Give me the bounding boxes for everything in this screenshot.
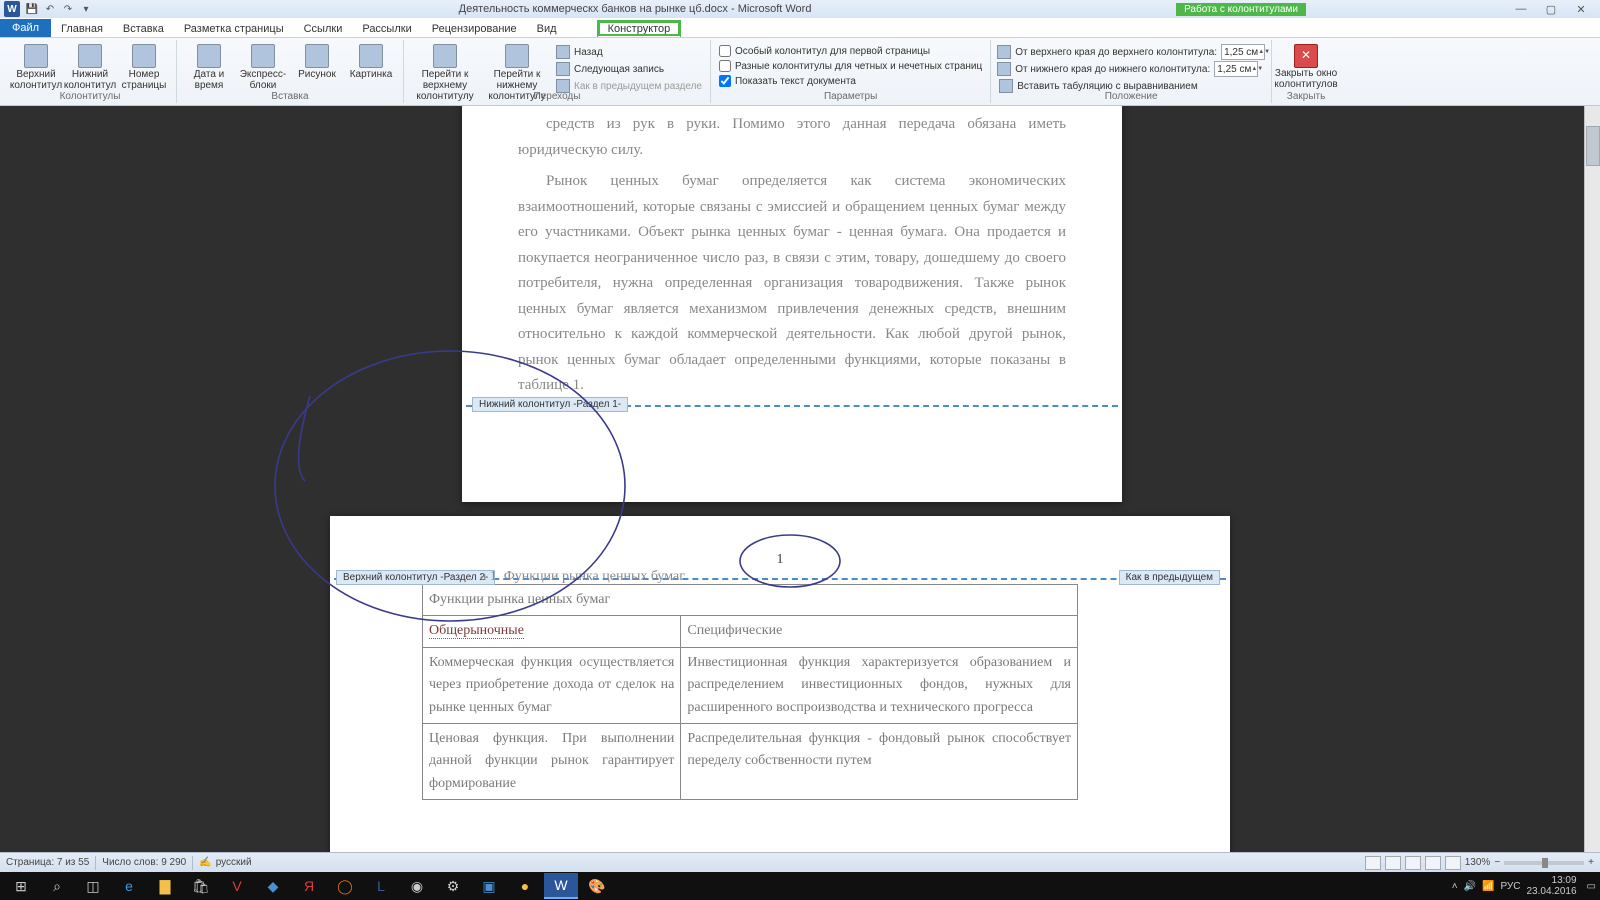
view-draft[interactable] [1445,856,1461,870]
app-icon[interactable]: V [220,873,254,899]
table-cell: Общерыночные [429,623,524,639]
group-label-nav: Переходы [404,91,710,102]
app-icon[interactable]: ● [508,873,542,899]
footer-distance-input[interactable]: 1,25 см▲▼ [1214,61,1258,77]
quick-access-toolbar: 💾 ↶ ↷ ▾ [24,1,94,17]
tab-layout[interactable]: Разметка страницы [174,21,294,37]
page-number[interactable]: 1 [330,516,1230,570]
status-lang[interactable]: русский [216,857,252,868]
app-icon[interactable]: ◆ [256,873,290,899]
redo-icon[interactable]: ↷ [60,1,76,17]
notifications-icon[interactable]: ▭ [1587,881,1596,892]
chk-odd-even[interactable]: Разные колонтитулы для четных и нечетных… [717,59,984,73]
proofing-icon[interactable]: ✍ [199,857,211,868]
tray-up-icon[interactable]: ˄ [1452,881,1458,892]
maximize-button[interactable]: ▢ [1536,1,1566,17]
nav-back-button[interactable]: Назад [554,44,704,60]
chk-show-doc[interactable]: Показать текст документа [717,74,984,88]
view-full-screen[interactable] [1385,856,1401,870]
word-taskbar-icon[interactable]: W [544,873,578,899]
search-icon[interactable]: ⌕ [40,873,74,899]
tab-mail[interactable]: Рассылки [352,21,421,37]
tab-view[interactable]: Вид [527,21,567,37]
header-distance-input[interactable]: 1,25 см▲▼ [1221,44,1265,60]
app-icon[interactable]: ▣ [472,873,506,899]
table-cell: Ценовая функция. При выполнении данной ф… [423,723,681,799]
group-label-position: Положение [991,91,1271,102]
status-page[interactable]: Страница: 7 из 55 [6,857,89,868]
close-button[interactable]: ✕ [1566,1,1596,17]
tab-review[interactable]: Рецензирование [422,21,527,37]
tray-network-icon[interactable]: 📶 [1482,881,1494,892]
zoom-slider[interactable] [1504,861,1584,865]
start-button[interactable]: ⊞ [4,873,38,899]
view-web[interactable] [1405,856,1421,870]
tab-design[interactable]: Конструктор [597,20,682,37]
tab-home[interactable]: Главная [51,21,113,37]
undo-icon[interactable]: ↶ [42,1,58,17]
group-label-headerfooter: Колонтитулы [4,91,176,102]
task-view-icon[interactable]: ◫ [76,873,110,899]
nav-next-button[interactable]: Следующая запись [554,61,704,77]
clock[interactable]: 13:0923.04.2016 [1526,875,1580,897]
page-2[interactable]: 1 Верхний колонтитул -Раздел 2- а 1. Фун… [330,516,1230,852]
steam-icon[interactable]: ◉ [400,873,434,899]
footer-label: Нижний колонтитул -Раздел 1- [472,397,628,412]
store-icon[interactable]: 🛍 [184,873,218,899]
save-icon[interactable]: 💾 [24,1,40,17]
header-label: Верхний колонтитул -Раздел 2- [336,570,495,585]
status-words[interactable]: Число слов: 9 290 [102,857,186,868]
zoom-out[interactable]: − [1494,857,1500,868]
zoom-in[interactable]: + [1588,857,1594,868]
chk-first-page[interactable]: Особый колонтитул для первой страницы [717,44,984,58]
explorer-icon[interactable]: ▇ [148,873,182,899]
table-cell: Инвестиционная функция характеризуется о… [681,647,1078,723]
zoom-value[interactable]: 130% [1465,857,1491,868]
taskbar[interactable]: ⊞ ⌕ ◫ e ▇ 🛍 V ◆ Я ◯ L ◉ ⚙ ▣ ● W 🎨 ˄ 🔊 📶 … [0,872,1600,900]
tab-file[interactable]: Файл [0,19,51,37]
document-area[interactable]: средств из рук в руки. Помимо этого данн… [0,106,1584,852]
app-icon[interactable]: ⚙ [436,873,470,899]
app-icon[interactable]: L [364,873,398,899]
caption-fragment: а 1. Функции рынка ценных бумаг [480,569,685,585]
functions-table: Функции рынка ценных бумаг Общерыночные С… [422,584,1078,800]
tab-refs[interactable]: Ссылки [294,21,353,37]
minimize-button[interactable]: — [1506,1,1536,17]
body-paragraph: Рынок ценных бумаг определяется как сист… [518,169,1066,399]
table-cell: Специфические [681,616,1078,647]
group-label-insert: Вставка [177,91,403,102]
app-icon[interactable]: Я [292,873,326,899]
group-label-close: Закрыть [1272,91,1340,102]
document-title: Деятельность коммерческх банков на рынке… [94,3,1176,15]
status-bar: Страница: 7 из 55 Число слов: 9 290 ✍ ру… [0,852,1600,872]
table-header: Функции рынка ценных бумаг [423,585,1078,616]
group-label-options: Параметры [711,91,990,102]
app-icon[interactable]: ◯ [328,873,362,899]
body-paragraph: средств из рук в руки. Помимо этого данн… [518,112,1066,163]
table-cell: Распределительная функция - фондовый рын… [681,723,1078,799]
same-as-previous-label: Как в предыдущем [1119,570,1220,585]
table-cell: Коммерческая функция осуществляется чере… [423,647,681,723]
word-icon: W [4,1,20,17]
tray-volume-icon[interactable]: 🔊 [1464,881,1476,892]
footer-distance-label: От нижнего края до нижнего колонтитула: [1015,64,1210,75]
header-distance-label: От верхнего края до верхнего колонтитула… [1015,47,1217,58]
contextual-tab-label: Работа с колонтитулами [1176,3,1306,16]
tray-lang[interactable]: РУС [1500,881,1520,892]
view-print-layout[interactable] [1365,856,1381,870]
vertical-scrollbar[interactable] [1584,106,1600,852]
paint-icon[interactable]: 🎨 [580,873,614,899]
edge-icon[interactable]: e [112,873,146,899]
view-outline[interactable] [1425,856,1441,870]
tab-insert[interactable]: Вставка [113,21,174,37]
page-1[interactable]: средств из рук в руки. Помимо этого данн… [462,106,1122,502]
qat-more-icon[interactable]: ▾ [78,1,94,17]
